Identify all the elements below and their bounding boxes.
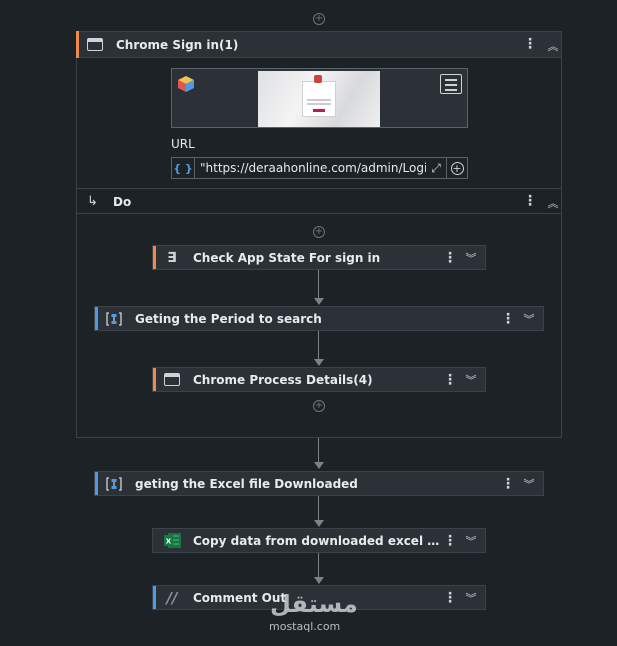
do-arrow-icon: ↳ xyxy=(87,194,98,209)
add-activity-inner-button[interactable]: + xyxy=(313,226,325,238)
collapse-icon[interactable]: ︽ xyxy=(543,38,563,54)
do-header[interactable]: ↳ Do ⋮ ︽ xyxy=(77,188,561,214)
check-app-state-icon: ∃ xyxy=(167,249,177,266)
step-excel-download[interactable]: geting the Excel file Downloaded ⋮ ︾ xyxy=(94,471,544,496)
page-screenshot-thumbnail xyxy=(258,71,380,127)
connector-arrow xyxy=(314,359,324,366)
comment-out-icon: // xyxy=(166,588,178,607)
step-chrome-process[interactable]: Chrome Process Details(4) ⋮ ︾ xyxy=(152,367,486,392)
expand-icon[interactable]: ⤢ xyxy=(426,161,446,176)
step-menu-button[interactable]: ⋮ xyxy=(443,534,457,548)
expand-icon[interactable]: ︾ xyxy=(461,533,481,549)
accent-bar xyxy=(153,368,156,391)
step-copy-data[interactable]: X Copy data from downloaded excel & Ref.… xyxy=(152,528,486,553)
add-activity-inner-bottom-button[interactable]: + xyxy=(313,400,325,412)
step-menu-button[interactable]: ⋮ xyxy=(501,477,515,491)
accent-bar xyxy=(95,472,98,495)
expand-icon[interactable]: ︾ xyxy=(461,250,481,266)
step-label: Copy data from downloaded excel & Ref... xyxy=(193,533,443,548)
connector-arrow xyxy=(314,298,324,305)
chrome-signin-title: Chrome Sign in(1) xyxy=(116,38,239,52)
expression-braces-icon[interactable]: { } xyxy=(172,162,194,175)
connector-arrow xyxy=(314,462,324,469)
step-label: Geting the Period to search xyxy=(135,311,322,326)
collapse-icon[interactable]: ︽ xyxy=(543,195,563,211)
accent-bar xyxy=(153,246,156,269)
mostaql-logo-arabic: مستقل xyxy=(270,590,358,618)
connector-line xyxy=(318,438,319,462)
add-circle-icon[interactable]: + xyxy=(447,161,467,175)
connector-line xyxy=(318,331,319,359)
connector-arrow xyxy=(314,577,324,584)
svg-text:X: X xyxy=(165,538,171,546)
step-label: Check App State For sign in xyxy=(193,250,381,265)
accent-bar xyxy=(153,586,156,609)
add-activity-top-button[interactable]: + xyxy=(313,13,325,25)
url-input[interactable]: { } "https://deraahonline.com/admin/Logi… xyxy=(171,157,468,179)
mostaql-logo-url: mostaql.com xyxy=(269,620,341,633)
connector-arrow xyxy=(314,520,324,527)
browser-window-icon xyxy=(87,38,103,51)
browser-window-icon xyxy=(163,372,181,388)
chrome-signin-header[interactable]: Chrome Sign in(1) ⋮ ︽ xyxy=(76,31,563,58)
step-menu-button[interactable]: ⋮ xyxy=(501,312,515,326)
connector-line xyxy=(318,496,319,520)
step-check-app-state[interactable]: ∃ Check App State For sign in ⋮ ︾ xyxy=(152,245,486,270)
excel-icon: X xyxy=(163,533,181,549)
step-menu-button[interactable]: ⋮ xyxy=(443,591,457,605)
step-period[interactable]: Geting the Period to search ⋮ ︾ xyxy=(94,306,544,331)
hamburger-menu-icon[interactable] xyxy=(440,74,462,94)
sequence-icon xyxy=(105,311,123,327)
url-value[interactable]: "https://deraahonline.com/admin/Login xyxy=(200,161,426,175)
do-menu-button[interactable]: ⋮ xyxy=(523,194,537,208)
expand-icon[interactable]: ︾ xyxy=(461,372,481,388)
expand-icon[interactable]: ︾ xyxy=(519,476,539,492)
app-cube-icon xyxy=(177,75,195,93)
connector-line xyxy=(318,270,319,298)
step-menu-button[interactable]: ⋮ xyxy=(443,373,457,387)
chrome-signin-menu-button[interactable]: ⋮ xyxy=(523,37,537,51)
step-menu-button[interactable]: ⋮ xyxy=(443,251,457,265)
step-label: Chrome Process Details(4) xyxy=(193,372,373,387)
step-label: geting the Excel file Downloaded xyxy=(135,476,358,491)
app-preview-panel xyxy=(171,68,468,128)
expand-icon[interactable]: ︾ xyxy=(461,590,481,606)
accent-bar xyxy=(95,307,98,330)
chrome-signin-accent-bar xyxy=(76,31,79,58)
expand-icon[interactable]: ︾ xyxy=(519,311,539,327)
url-label: URL xyxy=(171,137,195,151)
connector-line xyxy=(318,553,319,577)
sequence-icon xyxy=(105,476,123,492)
do-label: Do xyxy=(113,195,132,209)
